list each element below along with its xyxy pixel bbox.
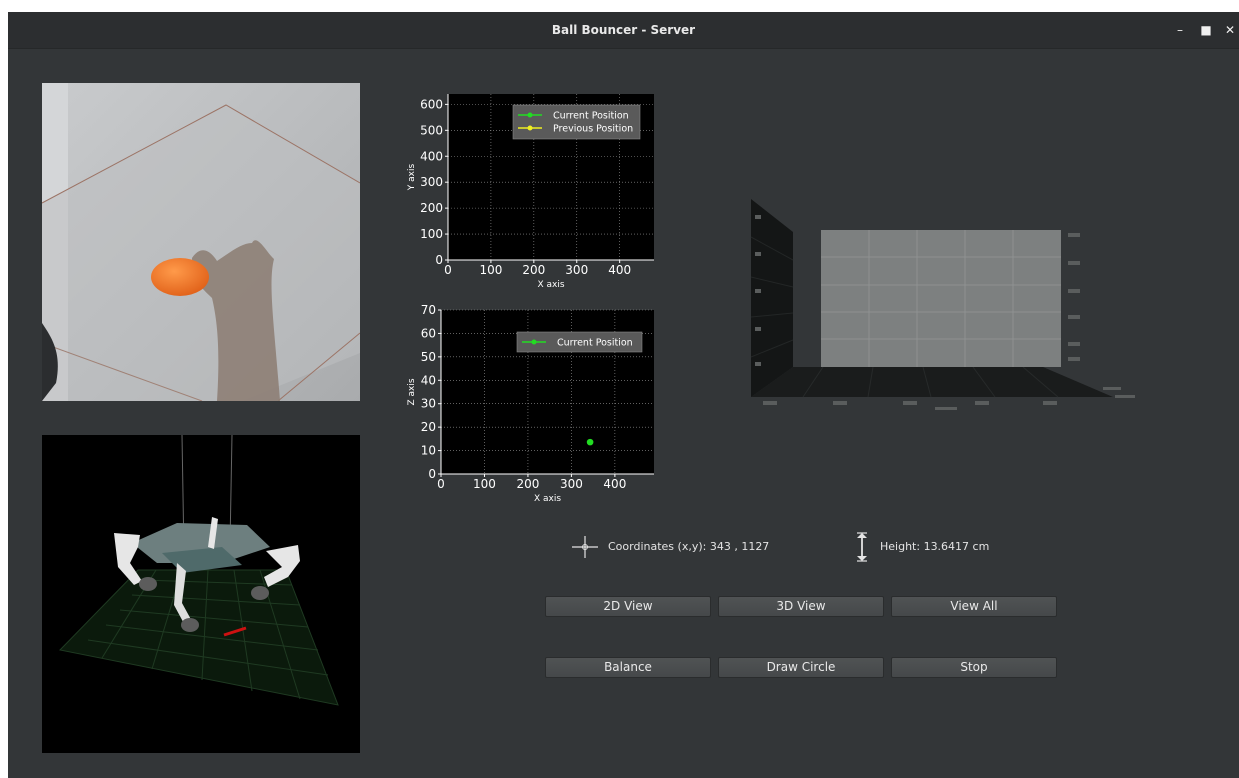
crosshair-icon bbox=[572, 536, 598, 558]
y-tick-label: 300 bbox=[420, 175, 443, 189]
stop-button[interactable]: Stop bbox=[891, 657, 1057, 678]
height-icon bbox=[857, 532, 867, 562]
y-tick-label: 600 bbox=[420, 97, 443, 111]
data-point bbox=[586, 438, 594, 446]
coordinates-text: Coordinates (x,y): 343 , 1127 bbox=[608, 540, 770, 553]
y-tick-label: 400 bbox=[420, 149, 443, 163]
height-text: Height: 13.6417 cm bbox=[880, 540, 990, 553]
x-tick-label: 300 bbox=[565, 263, 588, 277]
x-tick-label: 0 bbox=[444, 263, 452, 277]
x-tick-label: 100 bbox=[479, 263, 502, 277]
legend-label: Current Position bbox=[557, 338, 633, 349]
maximize-icon[interactable]: ■ bbox=[1198, 22, 1214, 38]
y-tick-label: 500 bbox=[420, 123, 443, 137]
app-window: Ball Bouncer - Server – ■ ✕ 0 100 200 30… bbox=[8, 12, 1239, 778]
3d-left-wall bbox=[751, 199, 793, 397]
x-axis-title: X axis bbox=[534, 494, 561, 502]
x-tick-label: 0 bbox=[437, 477, 445, 491]
y-axis-title: Z axis bbox=[407, 378, 417, 405]
y-tick-label: 200 bbox=[420, 201, 443, 215]
close-icon[interactable]: ✕ bbox=[1222, 22, 1238, 38]
x-tick-label: 200 bbox=[522, 263, 545, 277]
y-tick-label: 70 bbox=[421, 303, 436, 317]
chart-legend: Current Position bbox=[516, 331, 643, 353]
y-tick-label: 100 bbox=[420, 227, 443, 241]
3d-position-view[interactable] bbox=[743, 197, 1153, 417]
legend-swatch-marker bbox=[527, 112, 533, 118]
balance-button[interactable]: Balance bbox=[545, 657, 711, 678]
3d-back-wall bbox=[821, 230, 1061, 367]
title-bar[interactable]: Ball Bouncer - Server – ■ ✕ bbox=[8, 12, 1239, 49]
x-tick-label: 200 bbox=[516, 477, 539, 491]
x-tick-label: 300 bbox=[560, 477, 583, 491]
window-title: Ball Bouncer - Server bbox=[551, 23, 696, 37]
y-tick-label: 20 bbox=[421, 420, 436, 434]
y-axis-title: Y axis bbox=[407, 163, 417, 191]
x-tick-label: 400 bbox=[603, 477, 626, 491]
legend-label: Current Position bbox=[553, 111, 629, 122]
y-tick-label: 0 bbox=[428, 467, 436, 481]
x-tick-label: 400 bbox=[608, 263, 631, 277]
y-tick-label: 30 bbox=[421, 397, 436, 411]
y-tick-label: 50 bbox=[421, 350, 436, 364]
y-tick-label: 10 bbox=[421, 444, 436, 458]
camera-image bbox=[42, 83, 360, 401]
y-tick-label: 0 bbox=[435, 253, 443, 267]
camera-feed bbox=[42, 83, 360, 401]
chart-legend: Current Position Previous Position bbox=[512, 104, 641, 140]
xz-position-chart: 0 100 200 300 400 0 10 20 30 40 50 60 70 X axis Z axis… bbox=[407, 303, 654, 502]
y-tick-label: 40 bbox=[421, 373, 436, 387]
view-all-button[interactable]: View All bbox=[891, 596, 1057, 617]
simulation-scene bbox=[42, 435, 360, 753]
robot-simulation-view[interactable] bbox=[42, 435, 360, 753]
legend-swatch-marker bbox=[531, 339, 537, 345]
minimize-icon[interactable]: – bbox=[1172, 22, 1188, 38]
2d-view-button[interactable]: 2D View bbox=[545, 596, 711, 617]
legend-label: Previous Position bbox=[553, 124, 633, 135]
y-tick-label: 60 bbox=[421, 326, 436, 340]
3d-view-button[interactable]: 3D View bbox=[718, 596, 884, 617]
x-axis-title: X axis bbox=[537, 280, 564, 288]
x-tick-label: 100 bbox=[473, 477, 496, 491]
xy-position-chart: 0 100 200 300 400 0 100 200 300 400 500 600 X axis Y … bbox=[407, 94, 654, 288]
3d-floor bbox=[751, 367, 1113, 397]
draw-circle-button[interactable]: Draw Circle bbox=[718, 657, 884, 678]
legend-swatch-marker bbox=[527, 125, 533, 131]
